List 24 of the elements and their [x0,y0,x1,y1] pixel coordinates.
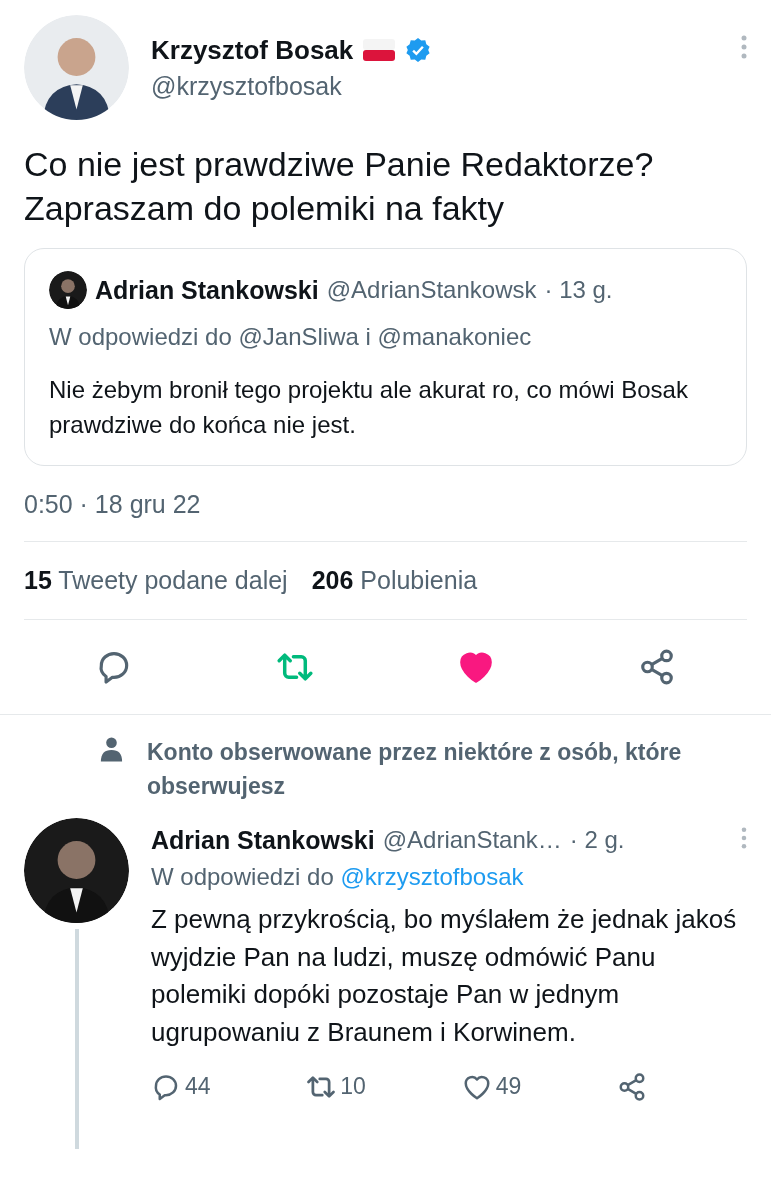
reply-context: W odpowiedzi do @krzysztofbosak [151,862,525,891]
quoted-tweet-text: Nie żebym bronił tego projektu ale akurat ro, co mówi Bosak prawdziwe do końca nie jest. [49,375,689,441]
reply-author-handle[interactable]: @AdrianStank… [382,826,562,855]
action-count: 10 [340,1073,366,1101]
tweet-text: Co nie jest prawdziwe Panie Redaktorze? Zapraszam do polemiki na fakty [24,144,655,230]
stat-count[interactable]: 15 Tweety podane dalej [24,565,288,595]
reply-time: · 2 g. [569,826,625,855]
author-handle[interactable]: @krzysztofbosak [151,71,432,101]
quoted-tweet-card[interactable]: Adrian Stankowski @AdrianStankowsk · 13 g. W odpowiedzi do @JanSliwa i @manakoniec Nie żebym bronił tego projektu ale akurat ro, co mówi Bosak prawdziwe do końca nie jest. [24,248,747,466]
action-count: 49 [495,1073,522,1101]
quoted-author-name: Adrian Stankowski [95,275,319,305]
social-context-text: Konto obserwowane przez niektóre z osób, które obserwujesz [147,737,683,802]
author-name[interactable]: Krzysztof Bosak [151,34,354,66]
flag-icon [363,39,396,61]
share-icon[interactable] [617,1071,647,1102]
quoted-author-handle: @AdrianStankowsk [326,276,537,305]
tweet-timestamp: 0:50 · 18 gru 22 [24,489,201,518]
action-count: 44 [185,1073,211,1101]
reply-context: W odpowiedzi do @JanSliwa i @manakoniec [49,323,533,352]
reply-text: Z pewną przykrością, bo myślałem że jednak jakoś wyjdzie Pan na ludzi, muszę odmówić Panu polemiki dopóki pozostaje Pan w jednym ugrupowaniu z Braunem i Korwinem. [151,902,738,1050]
reply-author-name[interactable]: Adrian Stankowski [151,825,375,855]
quoted-tweet-time: · 13 g. [544,276,613,305]
avatar [49,271,87,310]
stat-count[interactable]: 206 Polubienia [311,565,478,595]
